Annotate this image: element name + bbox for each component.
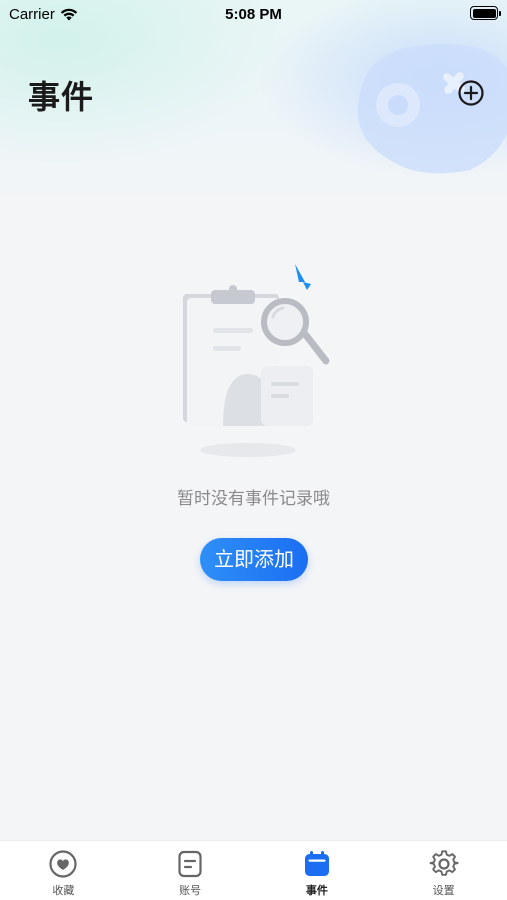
clock: 5:08 PM (225, 6, 282, 23)
tab-accounts[interactable]: 账号 (127, 841, 254, 900)
tab-label: 收藏 (52, 884, 75, 897)
tab-favorites[interactable]: 收藏 (0, 841, 127, 900)
tab-bar: 收藏 账号 事件 设置 (0, 840, 507, 900)
tab-label: 设置 (432, 884, 455, 897)
battery-icon (470, 6, 501, 20)
tab-label: 事件 (305, 884, 328, 897)
add-event-button[interactable] (457, 79, 485, 107)
tab-label: 账号 (179, 884, 202, 897)
calendar-icon (304, 851, 329, 876)
empty-message: 暂时没有事件记录哦 (177, 489, 330, 509)
gear-icon (429, 850, 459, 876)
page-title: 事件 (28, 78, 95, 116)
add-now-button[interactable]: 立即添加 (200, 538, 308, 581)
document-icon (178, 850, 202, 878)
empty-clipboard-icon (183, 264, 330, 457)
heart-icon (49, 850, 77, 878)
tab-events[interactable]: 事件 (254, 841, 381, 900)
tab-settings[interactable]: 设置 (380, 841, 507, 900)
status-bar: Carrier 5:08 PM (0, 0, 507, 28)
